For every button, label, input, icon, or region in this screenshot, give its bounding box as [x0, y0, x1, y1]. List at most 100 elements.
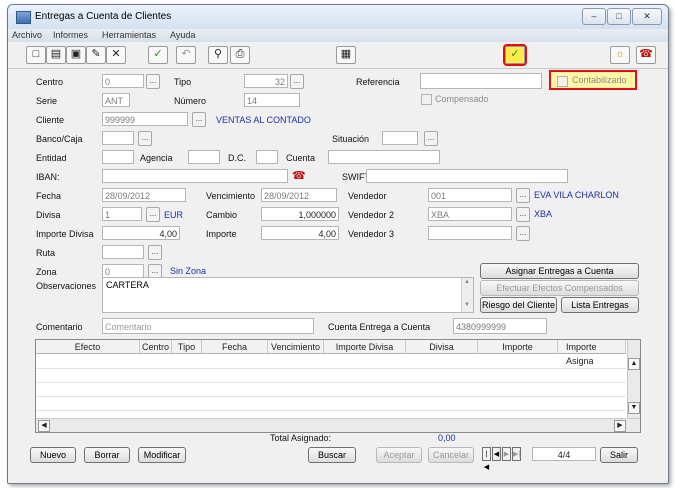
col-importe-asignado[interactable]: Importe Asigna	[558, 340, 626, 366]
table-row[interactable]	[36, 368, 626, 383]
col-centro[interactable]: Centro	[140, 340, 172, 354]
cliente-field[interactable]: 999999	[102, 112, 188, 126]
comentario-field[interactable]: Comentario	[102, 318, 314, 334]
nav-last-icon[interactable]: ▶|	[512, 447, 521, 461]
col-tipo[interactable]: Tipo	[172, 340, 202, 354]
vendedor-lookup-button[interactable]: ...	[516, 188, 530, 203]
cuenta-field[interactable]	[328, 150, 440, 164]
banco-field[interactable]	[102, 131, 134, 145]
scroll-down-icon[interactable]: ▼	[628, 402, 640, 414]
table-row[interactable]	[36, 354, 626, 369]
cuenta-entrega-field[interactable]: 4380999999	[453, 318, 547, 334]
centro-field[interactable]: 0	[102, 74, 144, 88]
zona-field[interactable]: 0	[102, 264, 144, 278]
menu-archivo[interactable]: Archivo	[12, 30, 42, 40]
ruta-lookup-button[interactable]: ...	[148, 245, 162, 260]
dc-field[interactable]	[256, 150, 278, 164]
vendedor2-field[interactable]: XBA	[428, 207, 512, 221]
importe-field[interactable]: 4,00	[261, 226, 339, 240]
table-row[interactable]	[36, 396, 626, 411]
importe-divisa-field[interactable]: 4,00	[102, 226, 180, 240]
vendedor3-field[interactable]	[428, 226, 512, 240]
table-row[interactable]	[36, 382, 626, 397]
nav-next-icon[interactable]: ▶	[502, 447, 511, 461]
menu-herramientas[interactable]: Herramientas	[102, 30, 156, 40]
col-fecha[interactable]: Fecha	[202, 340, 268, 354]
minimize-icon[interactable]: –	[582, 8, 606, 25]
cambio-field[interactable]: 1,000000	[261, 207, 339, 221]
iban-field[interactable]	[102, 169, 288, 183]
centro-lookup-button[interactable]: ...	[146, 74, 160, 89]
calculator-icon[interactable]: ▦	[336, 46, 356, 64]
swift-field[interactable]	[366, 169, 568, 183]
vendedor2-lookup-button[interactable]: ...	[516, 207, 530, 222]
cliente-lookup-button[interactable]: ...	[192, 112, 206, 127]
modificar-button[interactable]: Modificar	[138, 447, 186, 463]
menu-informes[interactable]: Informes	[53, 30, 88, 40]
lista-entregas-button[interactable]: Lista Entregas	[561, 297, 639, 313]
close-icon[interactable]: ✕	[632, 8, 662, 25]
efectos-grid[interactable]: Efecto Centro Tipo Fecha Vencimiento Imp…	[35, 339, 641, 433]
phone-icon-iban[interactable]: ☎	[292, 169, 306, 182]
efectuar-efectos-button[interactable]: Efectuar Efectos Compensados	[480, 280, 639, 296]
divisa-field[interactable]: 1	[102, 207, 142, 221]
col-divisa[interactable]: Divisa	[406, 340, 478, 354]
contabilizado-checkbox[interactable]	[557, 76, 568, 87]
nav-prev-icon[interactable]: ◀	[492, 447, 501, 461]
col-vencimiento[interactable]: Vencimiento	[268, 340, 324, 354]
observaciones-field[interactable]: CARTERA ▲ ▼	[102, 277, 474, 313]
scroll-up-icon[interactable]: ▲	[464, 279, 470, 285]
phone-icon[interactable]: ☎	[636, 46, 656, 64]
vencimiento-field[interactable]: 28/09/2012	[261, 188, 337, 202]
ruta-field[interactable]	[102, 245, 144, 259]
col-importe-divisa[interactable]: Importe Divisa	[324, 340, 406, 354]
contabilizar-icon[interactable]: ✓	[503, 44, 527, 66]
new-doc-icon[interactable]: □	[26, 46, 46, 64]
agencia-field[interactable]	[188, 150, 220, 164]
print-icon[interactable]: ⎙	[230, 46, 250, 64]
tipo-field[interactable]: 32	[244, 74, 288, 88]
banco-lookup-button[interactable]: ...	[138, 131, 152, 146]
preview-icon[interactable]: ⚲	[208, 46, 228, 64]
borrar-button[interactable]: Borrar	[84, 447, 130, 463]
col-efecto[interactable]: Efecto	[36, 340, 140, 354]
referencia-field[interactable]	[420, 73, 542, 89]
undo-icon[interactable]: ↶	[176, 46, 196, 64]
scroll-down-icon[interactable]: ▼	[464, 302, 470, 308]
col-importe[interactable]: Importe	[478, 340, 558, 354]
open-folder-icon[interactable]: ▤	[46, 46, 66, 64]
grid-vertical-scrollbar[interactable]: ▲ ▼	[627, 340, 640, 418]
numero-field[interactable]: 14	[244, 93, 300, 107]
delete-icon[interactable]: ✕	[106, 46, 126, 64]
aceptar-button[interactable]: Aceptar	[376, 447, 422, 463]
salir-button[interactable]: Salir	[600, 447, 638, 463]
scroll-up-icon[interactable]: ▲	[628, 358, 640, 370]
menu-ayuda[interactable]: Ayuda	[170, 30, 195, 40]
cuenta-label: Cuenta	[286, 153, 316, 163]
fecha-field[interactable]: 28/09/2012	[102, 188, 186, 202]
accept-check-icon[interactable]: ✓	[148, 46, 168, 64]
situacion-lookup-button[interactable]: ...	[424, 131, 438, 146]
serie-field[interactable]: ANT	[102, 93, 130, 107]
asignar-entregas-button[interactable]: Asignar Entregas a Cuenta	[480, 263, 639, 279]
riesgo-cliente-button[interactable]: Riesgo del Cliente	[480, 297, 557, 313]
tipo-lookup-button[interactable]: ...	[290, 74, 304, 89]
nuevo-button[interactable]: Nuevo	[30, 447, 76, 463]
compensado-checkbox[interactable]	[421, 94, 432, 105]
lightbulb-icon[interactable]: ☼	[610, 46, 630, 64]
vendedor-field[interactable]: 001	[428, 188, 512, 202]
scroll-left-icon[interactable]: ◀	[38, 420, 50, 432]
buscar-button[interactable]: Buscar	[308, 447, 356, 463]
cancelar-button[interactable]: Cancelar	[428, 447, 474, 463]
observaciones-scrollbar[interactable]: ▲ ▼	[461, 278, 473, 312]
situacion-field[interactable]	[382, 131, 418, 145]
divisa-lookup-button[interactable]: ...	[146, 207, 160, 222]
edit-icon[interactable]: ✎	[86, 46, 106, 64]
nav-first-icon[interactable]: |◀	[482, 447, 491, 471]
maximize-icon[interactable]: □	[607, 8, 631, 25]
scroll-right-icon[interactable]: ▶	[614, 420, 626, 432]
entidad-field[interactable]	[102, 150, 134, 164]
vendedor3-lookup-button[interactable]: ...	[516, 226, 530, 241]
save-icon[interactable]: ▣	[66, 46, 86, 64]
grid-horizontal-scrollbar[interactable]: ◀ ▶	[36, 418, 640, 432]
